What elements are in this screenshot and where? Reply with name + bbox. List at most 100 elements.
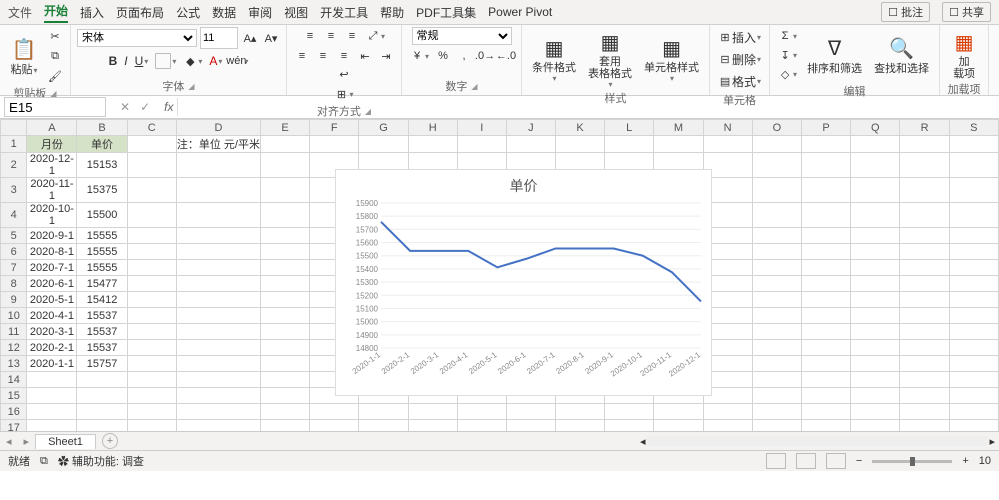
cell-N17[interactable] xyxy=(703,420,752,433)
cell-P12[interactable] xyxy=(802,340,851,356)
phonetic-button[interactable]: wén▾ xyxy=(227,52,250,70)
cell-D17[interactable] xyxy=(176,420,260,433)
cell-R1[interactable] xyxy=(900,136,949,153)
cell-C10[interactable] xyxy=(127,308,176,324)
col-header-H[interactable]: H xyxy=(408,120,457,136)
cell-H16[interactable] xyxy=(408,404,457,420)
row-header-9[interactable]: 9 xyxy=(1,292,27,308)
cell-R7[interactable] xyxy=(900,260,949,276)
cell-O16[interactable] xyxy=(752,404,801,420)
cell-B6[interactable]: 15555 xyxy=(77,244,127,260)
cell-C5[interactable] xyxy=(127,228,176,244)
share-button[interactable]: ☐ 共享 xyxy=(942,2,991,22)
font-size-input[interactable] xyxy=(200,27,238,49)
tab-file[interactable]: 文件 xyxy=(8,4,32,21)
sort-filter-button[interactable]: ᐁ排序和筛选 xyxy=(803,34,866,76)
cell-D3[interactable] xyxy=(176,178,260,203)
cell-S13[interactable] xyxy=(949,356,998,372)
align-bottom-button[interactable]: ≡ xyxy=(343,27,361,45)
cell-E14[interactable] xyxy=(260,372,309,388)
cell-P14[interactable] xyxy=(802,372,851,388)
cell-O3[interactable] xyxy=(752,178,801,203)
cell-B10[interactable]: 15537 xyxy=(77,308,127,324)
cell-Q16[interactable] xyxy=(851,404,900,420)
increase-decimal-button[interactable]: .0→ xyxy=(476,47,494,65)
cell-C14[interactable] xyxy=(127,372,176,388)
cell-D7[interactable] xyxy=(176,260,260,276)
cell-O10[interactable] xyxy=(752,308,801,324)
format-painter-button[interactable]: 🖌 xyxy=(46,67,64,85)
cell-E11[interactable] xyxy=(260,324,309,340)
cell-O13[interactable] xyxy=(752,356,801,372)
addins-button[interactable]: ▦加 载项 xyxy=(946,27,982,81)
cell-J16[interactable] xyxy=(506,404,555,420)
cell-R13[interactable] xyxy=(900,356,949,372)
select-all-corner[interactable] xyxy=(1,120,27,136)
cell-Q8[interactable] xyxy=(851,276,900,292)
cell-A8[interactable]: 2020-6-1 xyxy=(27,276,77,292)
cell-S15[interactable] xyxy=(949,388,998,404)
cell-S16[interactable] xyxy=(949,404,998,420)
cell-D4[interactable] xyxy=(176,203,260,228)
cell-R15[interactable] xyxy=(900,388,949,404)
cell-R9[interactable] xyxy=(900,292,949,308)
cell-B16[interactable] xyxy=(77,404,127,420)
formula-cancel-button[interactable]: ✕ xyxy=(118,98,132,116)
table-format-button[interactable]: ▦套用 表格格式▾ xyxy=(584,27,636,90)
cell-S1[interactable] xyxy=(949,136,998,153)
cell-O8[interactable] xyxy=(752,276,801,292)
cell-R10[interactable] xyxy=(900,308,949,324)
fill-button[interactable]: ↧▾ xyxy=(776,46,799,64)
fx-icon[interactable]: fx xyxy=(160,100,177,114)
cell-R14[interactable] xyxy=(900,372,949,388)
row-header-4[interactable]: 4 xyxy=(1,203,27,228)
cell-O6[interactable] xyxy=(752,244,801,260)
cell-A13[interactable]: 2020-1-1 xyxy=(27,356,77,372)
tab-review[interactable]: 审阅 xyxy=(248,4,272,21)
cell-P1[interactable] xyxy=(802,136,851,153)
cell-E8[interactable] xyxy=(260,276,309,292)
col-header-O[interactable]: O xyxy=(752,120,801,136)
cell-P7[interactable] xyxy=(802,260,851,276)
cell-E10[interactable] xyxy=(260,308,309,324)
tab-pdf[interactable]: PDF工具集 xyxy=(416,4,476,21)
cell-S12[interactable] xyxy=(949,340,998,356)
cell-O4[interactable] xyxy=(752,203,801,228)
cell-O9[interactable] xyxy=(752,292,801,308)
cell-S6[interactable] xyxy=(949,244,998,260)
number-dialog-launcher[interactable]: ◢ xyxy=(471,82,477,91)
decrease-decimal-button[interactable]: ←.0 xyxy=(497,47,515,65)
cell-Q15[interactable] xyxy=(851,388,900,404)
tab-pivot[interactable]: Power Pivot xyxy=(488,5,552,19)
cell-Q10[interactable] xyxy=(851,308,900,324)
cell-E3[interactable] xyxy=(260,178,309,203)
col-header-G[interactable]: G xyxy=(359,120,408,136)
cell-E12[interactable] xyxy=(260,340,309,356)
cell-A7[interactable]: 2020-7-1 xyxy=(27,260,77,276)
cell-D9[interactable] xyxy=(176,292,260,308)
cell-O5[interactable] xyxy=(752,228,801,244)
cell-A14[interactable] xyxy=(27,372,77,388)
cell-G17[interactable] xyxy=(359,420,408,433)
cell-O11[interactable] xyxy=(752,324,801,340)
view-break-button[interactable] xyxy=(826,453,846,469)
sheet-nav-prev[interactable]: ◂ xyxy=(0,435,18,448)
row-header-2[interactable]: 2 xyxy=(1,153,27,178)
cell-B4[interactable]: 15500 xyxy=(77,203,127,228)
cell-Q12[interactable] xyxy=(851,340,900,356)
cell-K17[interactable] xyxy=(555,420,604,433)
accessibility-status[interactable]: ✿ 辅助功能: 调查 xyxy=(58,453,144,469)
cell-R6[interactable] xyxy=(900,244,949,260)
col-header-L[interactable]: L xyxy=(605,120,654,136)
cell-R2[interactable] xyxy=(900,153,949,178)
cell-P6[interactable] xyxy=(802,244,851,260)
cell-P4[interactable] xyxy=(802,203,851,228)
paste-button[interactable]: 📋 粘贴▾ xyxy=(6,35,42,77)
cell-C8[interactable] xyxy=(127,276,176,292)
cell-F1[interactable] xyxy=(310,136,359,153)
align-left-button[interactable]: ≡ xyxy=(293,47,311,65)
cell-A5[interactable]: 2020-9-1 xyxy=(27,228,77,244)
format-cells-button[interactable]: ▤格式▾ xyxy=(716,71,763,92)
cell-O12[interactable] xyxy=(752,340,801,356)
cell-C12[interactable] xyxy=(127,340,176,356)
